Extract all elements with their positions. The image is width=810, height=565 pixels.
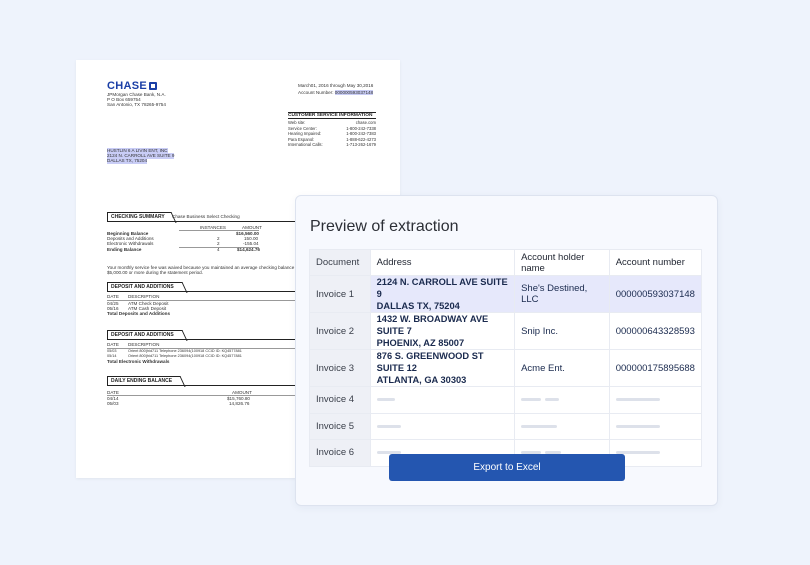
- account-number-line: Account Number: 000000593037148: [298, 90, 374, 96]
- account-number-cell[interactable]: 000000643328593: [608, 312, 703, 350]
- extraction-preview-card: Preview of extraction Document Address A…: [295, 195, 718, 506]
- account-number-cell[interactable]: 000000593037148: [608, 275, 703, 313]
- address-placeholder: [369, 386, 516, 414]
- document-cell[interactable]: Invoice 1: [309, 275, 371, 313]
- statement-period: March01, 2016 through May 30,2016: [298, 83, 374, 88]
- account-holder-placeholder: [514, 386, 610, 414]
- export-to-excel-button[interactable]: Export to Excel: [389, 454, 625, 481]
- column-header-account-number[interactable]: Account number: [608, 249, 703, 276]
- recipient-line: DALLAS TX, 75204: [107, 158, 148, 164]
- account-label: Account Number:: [298, 90, 334, 95]
- column-header-address[interactable]: Address: [369, 249, 516, 276]
- column-header-account-holder[interactable]: Account holder name: [514, 249, 610, 276]
- address-cell[interactable]: 876 S. GREENWOOD ST SUITE 12 ATLANTA, GA …: [369, 349, 516, 387]
- table-row[interactable]: Invoice 4: [309, 386, 703, 414]
- table-row[interactable]: Invoice 2 1432 W. BROADWAY AVE SUITE 7 PH…: [309, 312, 703, 350]
- preview-title: Preview of extraction: [310, 218, 459, 235]
- chase-octagon-icon: [149, 82, 158, 90]
- document-cell[interactable]: Invoice 4: [309, 386, 371, 414]
- account-holder-cell[interactable]: Acme Ent.: [514, 349, 610, 387]
- bank-name: CHASE: [107, 80, 148, 92]
- bank-address-line: San Antonio, TX 78265-9754: [107, 102, 166, 107]
- address-cell[interactable]: 2124 N. CARROLL AVE SUITE 9 DALLAS TX, 75…: [369, 275, 516, 313]
- account-number-placeholder: [608, 412, 703, 440]
- table-row[interactable]: Invoice 5: [309, 412, 703, 440]
- address-cell[interactable]: 1432 W. BROADWAY AVE SUITE 7 PHOENIX, AZ …: [369, 312, 516, 350]
- account-number-cell[interactable]: 000000175895688: [608, 349, 703, 387]
- service-row: Hearing Impaired: 1-800-242-7383: [288, 131, 376, 136]
- extraction-table: Document Address Account holder name Acc…: [309, 249, 703, 467]
- document-cell[interactable]: Invoice 3: [309, 349, 371, 387]
- checking-summary-subtitle: Chase Business Select Checking: [172, 214, 240, 219]
- account-holder-cell[interactable]: She's Destined, LLC: [514, 275, 610, 313]
- account-holder-cell[interactable]: Snip Inc.: [514, 312, 610, 350]
- column-header-document[interactable]: Document: [309, 249, 371, 276]
- service-row: International Calls: 1-713-262-1679: [288, 142, 376, 147]
- service-row: Web site: chase.com: [288, 120, 376, 125]
- fee-note: $5,000.00 or more during the statement p…: [107, 270, 204, 275]
- table-row[interactable]: Invoice 1 2124 N. CARROLL AVE SUITE 9 DAL…: [309, 275, 703, 313]
- account-holder-placeholder: [514, 412, 610, 440]
- document-cell[interactable]: Invoice 5: [309, 412, 371, 440]
- account-number-placeholder: [608, 386, 703, 414]
- document-cell[interactable]: Invoice 6: [309, 439, 371, 467]
- address-placeholder: [369, 412, 516, 440]
- table-row[interactable]: Invoice 3 876 S. GREENWOOD ST SUITE 12 AT…: [309, 349, 703, 387]
- table-header-row: Document Address Account holder name Acc…: [309, 249, 703, 276]
- document-cell[interactable]: Invoice 2: [309, 312, 371, 350]
- customer-service-title: CUSTOMER SERVICE INFORMATION: [288, 112, 376, 119]
- chase-logo: CHASE: [107, 80, 158, 92]
- account-number-highlight: 000000593037148: [334, 90, 374, 95]
